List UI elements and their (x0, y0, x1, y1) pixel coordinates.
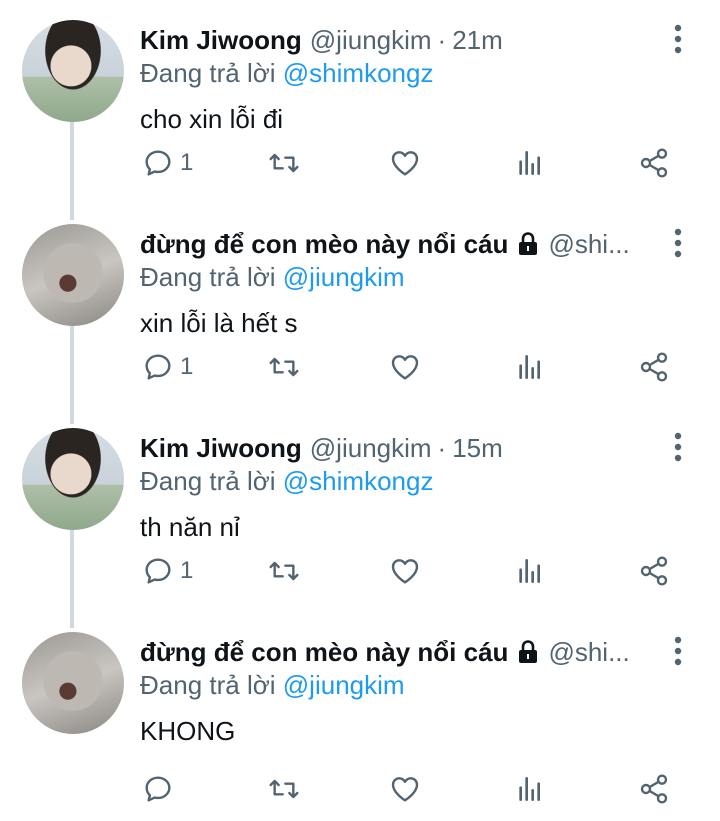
heart-icon (391, 559, 419, 584)
analytics-button[interactable] (514, 766, 546, 812)
replying-to-label: Đang trả lời (140, 262, 283, 292)
tweet[interactable]: Kim Jiwoong @jiungkim · 21m Đang trả lời… (0, 0, 720, 214)
avatar[interactable] (22, 20, 124, 122)
action-bar: 1 (130, 344, 690, 390)
share-button[interactable] (638, 766, 670, 812)
retweet-icon (269, 779, 299, 799)
replying-to-user[interactable]: @shimkongz (283, 58, 434, 88)
reply-icon (145, 354, 171, 380)
share-button[interactable] (638, 344, 670, 390)
tweet-text: KHONG (140, 716, 236, 746)
avatar[interactable] (22, 428, 124, 530)
timestamp[interactable]: 15m (452, 433, 503, 464)
avatar[interactable] (22, 224, 124, 326)
share-button[interactable] (638, 548, 670, 594)
analytics-button[interactable] (514, 344, 546, 390)
replying-to-label: Đang trả lời (140, 466, 283, 496)
tweet-header: đừng để con mèo này nổi cáu @shi... (140, 632, 660, 672)
share-icon (640, 774, 668, 804)
lock-icon (516, 639, 540, 665)
tweet-text: cho xin lỗi đi (140, 104, 284, 134)
tweet[interactable]: đừng để con mèo này nổi cáu @shi... Đang… (0, 194, 720, 418)
user-handle[interactable]: @shi... (548, 637, 629, 668)
analytics-icon (519, 151, 540, 175)
tweet[interactable]: đừng để con mèo này nổi cáu @shi... Đang… (0, 602, 720, 821)
like-button[interactable] (388, 140, 422, 186)
tweet-header: đừng để con mèo này nổi cáu @shi... (140, 224, 660, 264)
display-name[interactable]: đừng để con mèo này nổi cáu (140, 229, 508, 260)
reply-button[interactable]: 1 (142, 140, 193, 186)
analytics-icon (519, 559, 540, 583)
retweet-button[interactable] (266, 548, 302, 594)
separator-dot: · (437, 432, 447, 463)
analytics-icon (519, 777, 540, 801)
retweet-button[interactable] (266, 344, 302, 390)
retweet-button[interactable] (266, 766, 302, 812)
action-bar: 1 (130, 548, 690, 594)
tweet-header: Kim Jiwoong @jiungkim · 21m (140, 20, 660, 60)
like-button[interactable] (388, 766, 422, 812)
more-vertical-icon[interactable] (668, 226, 688, 260)
retweet-icon (269, 153, 299, 173)
tweet-text: th năn nỉ (140, 512, 240, 542)
display-name[interactable]: Kim Jiwoong (140, 433, 302, 464)
replying-to: Đang trả lời @shimkongz (140, 58, 433, 89)
user-handle[interactable]: @jiungkim (310, 25, 432, 56)
display-name[interactable]: Kim Jiwoong (140, 25, 302, 56)
more-vertical-icon[interactable] (668, 430, 688, 464)
reply-button[interactable]: 1 (142, 548, 193, 594)
replying-to-user[interactable]: @shimkongz (283, 466, 434, 496)
retweet-icon (269, 357, 299, 377)
reply-count: 1 (180, 149, 194, 176)
reply-button[interactable]: 1 (142, 344, 193, 390)
like-button[interactable] (388, 548, 422, 594)
analytics-button[interactable] (514, 140, 546, 186)
heart-icon (391, 777, 419, 802)
tweet[interactable]: Kim Jiwoong @jiungkim · 15m Đang trả lời… (0, 398, 720, 622)
more-vertical-icon[interactable] (668, 634, 688, 668)
reply-count: 1 (180, 353, 194, 380)
analytics-button[interactable] (514, 548, 546, 594)
lock-icon (516, 231, 540, 257)
replying-to: Đang trả lời @shimkongz (140, 466, 433, 497)
reply-icon (145, 776, 171, 802)
share-icon (640, 556, 668, 586)
share-button[interactable] (638, 140, 670, 186)
replying-to: Đang trả lời @jiungkim (140, 262, 405, 293)
share-icon (640, 148, 668, 178)
heart-icon (391, 355, 419, 380)
timestamp[interactable]: 21m (452, 25, 503, 56)
avatar[interactable] (22, 632, 124, 734)
action-bar (130, 766, 690, 812)
tweet-thread: Kim Jiwoong @jiungkim · 21m Đang trả lời… (0, 0, 720, 821)
like-button[interactable] (388, 344, 422, 390)
reply-button[interactable] (142, 766, 180, 812)
share-icon (640, 352, 668, 382)
user-handle[interactable]: @shi... (548, 229, 629, 260)
replying-to-label: Đang trả lời (140, 58, 283, 88)
reply-icon (145, 558, 171, 584)
reply-count: 1 (180, 557, 194, 584)
retweet-icon (269, 561, 299, 581)
replying-to-user[interactable]: @jiungkim (283, 670, 405, 700)
replying-to: Đang trả lời @jiungkim (140, 670, 405, 701)
replying-to-label: Đang trả lời (140, 670, 283, 700)
user-handle[interactable]: @jiungkim (310, 433, 432, 464)
more-vertical-icon[interactable] (668, 22, 688, 56)
reply-icon (145, 150, 171, 176)
display-name[interactable]: đừng để con mèo này nổi cáu (140, 637, 508, 668)
analytics-icon (519, 355, 540, 379)
separator-dot: · (437, 24, 447, 55)
replying-to-user[interactable]: @jiungkim (283, 262, 405, 292)
tweet-text: xin lỗi là hết s (140, 308, 298, 338)
heart-icon (391, 151, 419, 176)
tweet-header: Kim Jiwoong @jiungkim · 15m (140, 428, 660, 468)
action-bar: 1 (130, 140, 690, 186)
retweet-button[interactable] (266, 140, 302, 186)
